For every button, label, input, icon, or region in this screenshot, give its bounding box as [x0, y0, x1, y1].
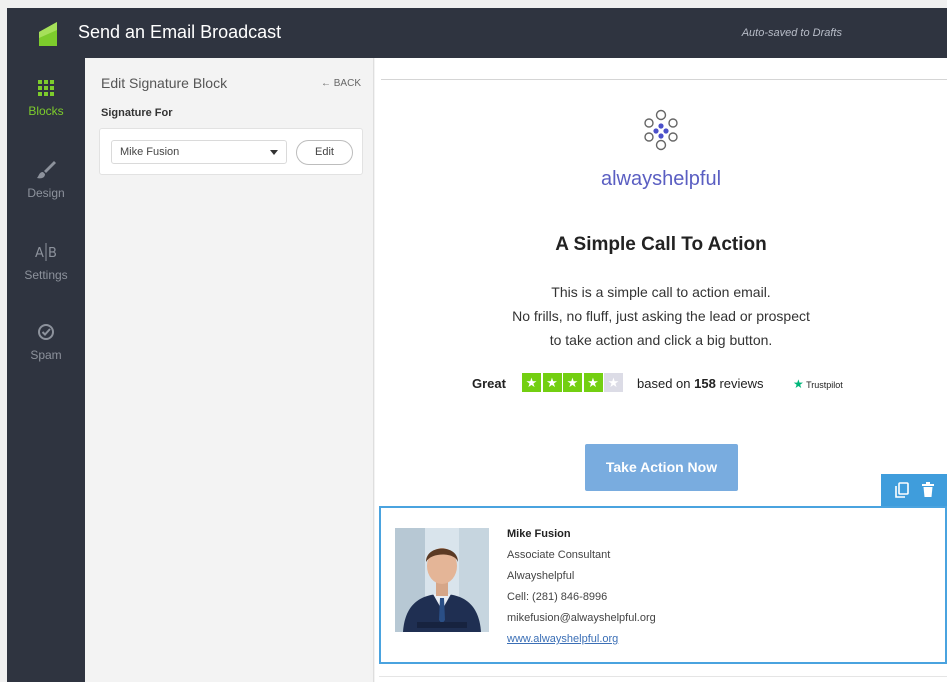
review-count: 158: [694, 376, 716, 391]
review-suffix: reviews: [719, 376, 764, 391]
signature-selector-card: Mike Fusion Edit: [99, 128, 363, 175]
divider: [379, 676, 947, 677]
signature-title: Associate Consultant: [507, 549, 611, 561]
autosave-status: Auto-saved to Drafts: [741, 27, 842, 39]
copy-icon[interactable]: [893, 481, 911, 499]
email-headline: A Simple Call To Action: [555, 234, 767, 255]
review-count-text: based on 158 reviews: [637, 376, 764, 391]
brand-name: alwayshelpful: [600, 168, 722, 190]
email-body-line: to take action and click a big button.: [549, 332, 773, 348]
trustpilot-star-icon: ★: [793, 377, 804, 391]
signature-name: Mike Fusion: [507, 528, 571, 540]
star-filled-icon: ★: [583, 373, 603, 392]
rating-label: Great: [472, 376, 506, 391]
page-title: Send an Email Broadcast: [78, 22, 282, 42]
signature-for-label: Signature For: [101, 107, 173, 119]
sidebar-item-label: Settings: [24, 268, 68, 282]
sidebar-item-label: Design: [27, 186, 65, 200]
signature-company: Alwayshelpful: [507, 570, 575, 582]
brush-icon: [37, 161, 56, 179]
sidebar-item-spam[interactable]: Spam: [7, 320, 85, 390]
trustpilot-logo: ★ Trustpilot: [793, 377, 843, 391]
edit-signature-button[interactable]: Edit: [296, 140, 353, 165]
signature-email: mikefusion@alwayshelpful.org: [507, 612, 656, 624]
sidebar-item-settings[interactable]: A B Settings: [7, 240, 85, 310]
take-action-button[interactable]: Take Action Now: [585, 444, 738, 491]
svg-text:A: A: [35, 246, 44, 261]
email-body-line: No frills, no fluff, just asking the lea…: [512, 308, 810, 324]
top-bar: Send an Email Broadcast Auto-saved to Dr…: [7, 8, 947, 58]
chevron-down-icon: [270, 150, 278, 155]
divider: [381, 79, 947, 80]
block-toolbar: [881, 474, 947, 507]
signature-phone: Cell: (281) 846-8996: [507, 591, 608, 603]
sidebar-item-label: Blocks: [28, 104, 64, 118]
sidebar-item-blocks[interactable]: Blocks: [7, 76, 85, 146]
logo-icon: [39, 22, 57, 46]
star-filled-icon: ★: [542, 373, 562, 392]
grid-icon: [38, 80, 54, 96]
email-preview-canvas: alwayshelpful A Simple Call To Action Th…: [375, 58, 947, 682]
star-empty-icon: ★: [604, 373, 623, 392]
ab-icon: A B: [35, 243, 57, 261]
screen-frame: Send an Email Broadcast Auto-saved to Dr…: [0, 0, 947, 682]
profile-photo: [395, 528, 489, 632]
trash-icon[interactable]: [919, 481, 937, 499]
signature-block[interactable]: Mike Fusion Associate Consultant Alwaysh…: [379, 506, 947, 664]
signature-select[interactable]: Mike Fusion: [111, 140, 287, 164]
panel-title: Edit Signature Block: [101, 75, 228, 91]
signature-select-value: Mike Fusion: [120, 146, 180, 158]
review-prefix: based on: [637, 376, 691, 391]
star-filled-icon: ★: [563, 373, 582, 392]
brand-logo-icon: [644, 109, 678, 151]
svg-text:B: B: [48, 246, 57, 261]
sidebar-nav: Blocks Design A B Settings Spam: [7, 58, 85, 682]
email-builder-app: Send an Email Broadcast Auto-saved to Dr…: [7, 8, 947, 682]
back-button[interactable]: ← BACK: [321, 78, 361, 89]
star-filled-icon: ★: [522, 373, 541, 392]
edit-signature-panel: Edit Signature Block ← BACK Signature Fo…: [85, 58, 374, 682]
check-circle-icon: [38, 324, 54, 340]
email-body-line: This is a simple call to action email.: [551, 284, 771, 300]
sidebar-item-label: Spam: [30, 348, 62, 362]
rating-stars: ★ ★ ★ ★ ★: [522, 373, 623, 393]
signature-website-link[interactable]: www.alwayshelpful.org: [507, 633, 618, 645]
trustpilot-name: Trustpilot: [806, 380, 843, 390]
sidebar-item-design[interactable]: Design: [7, 158, 85, 228]
